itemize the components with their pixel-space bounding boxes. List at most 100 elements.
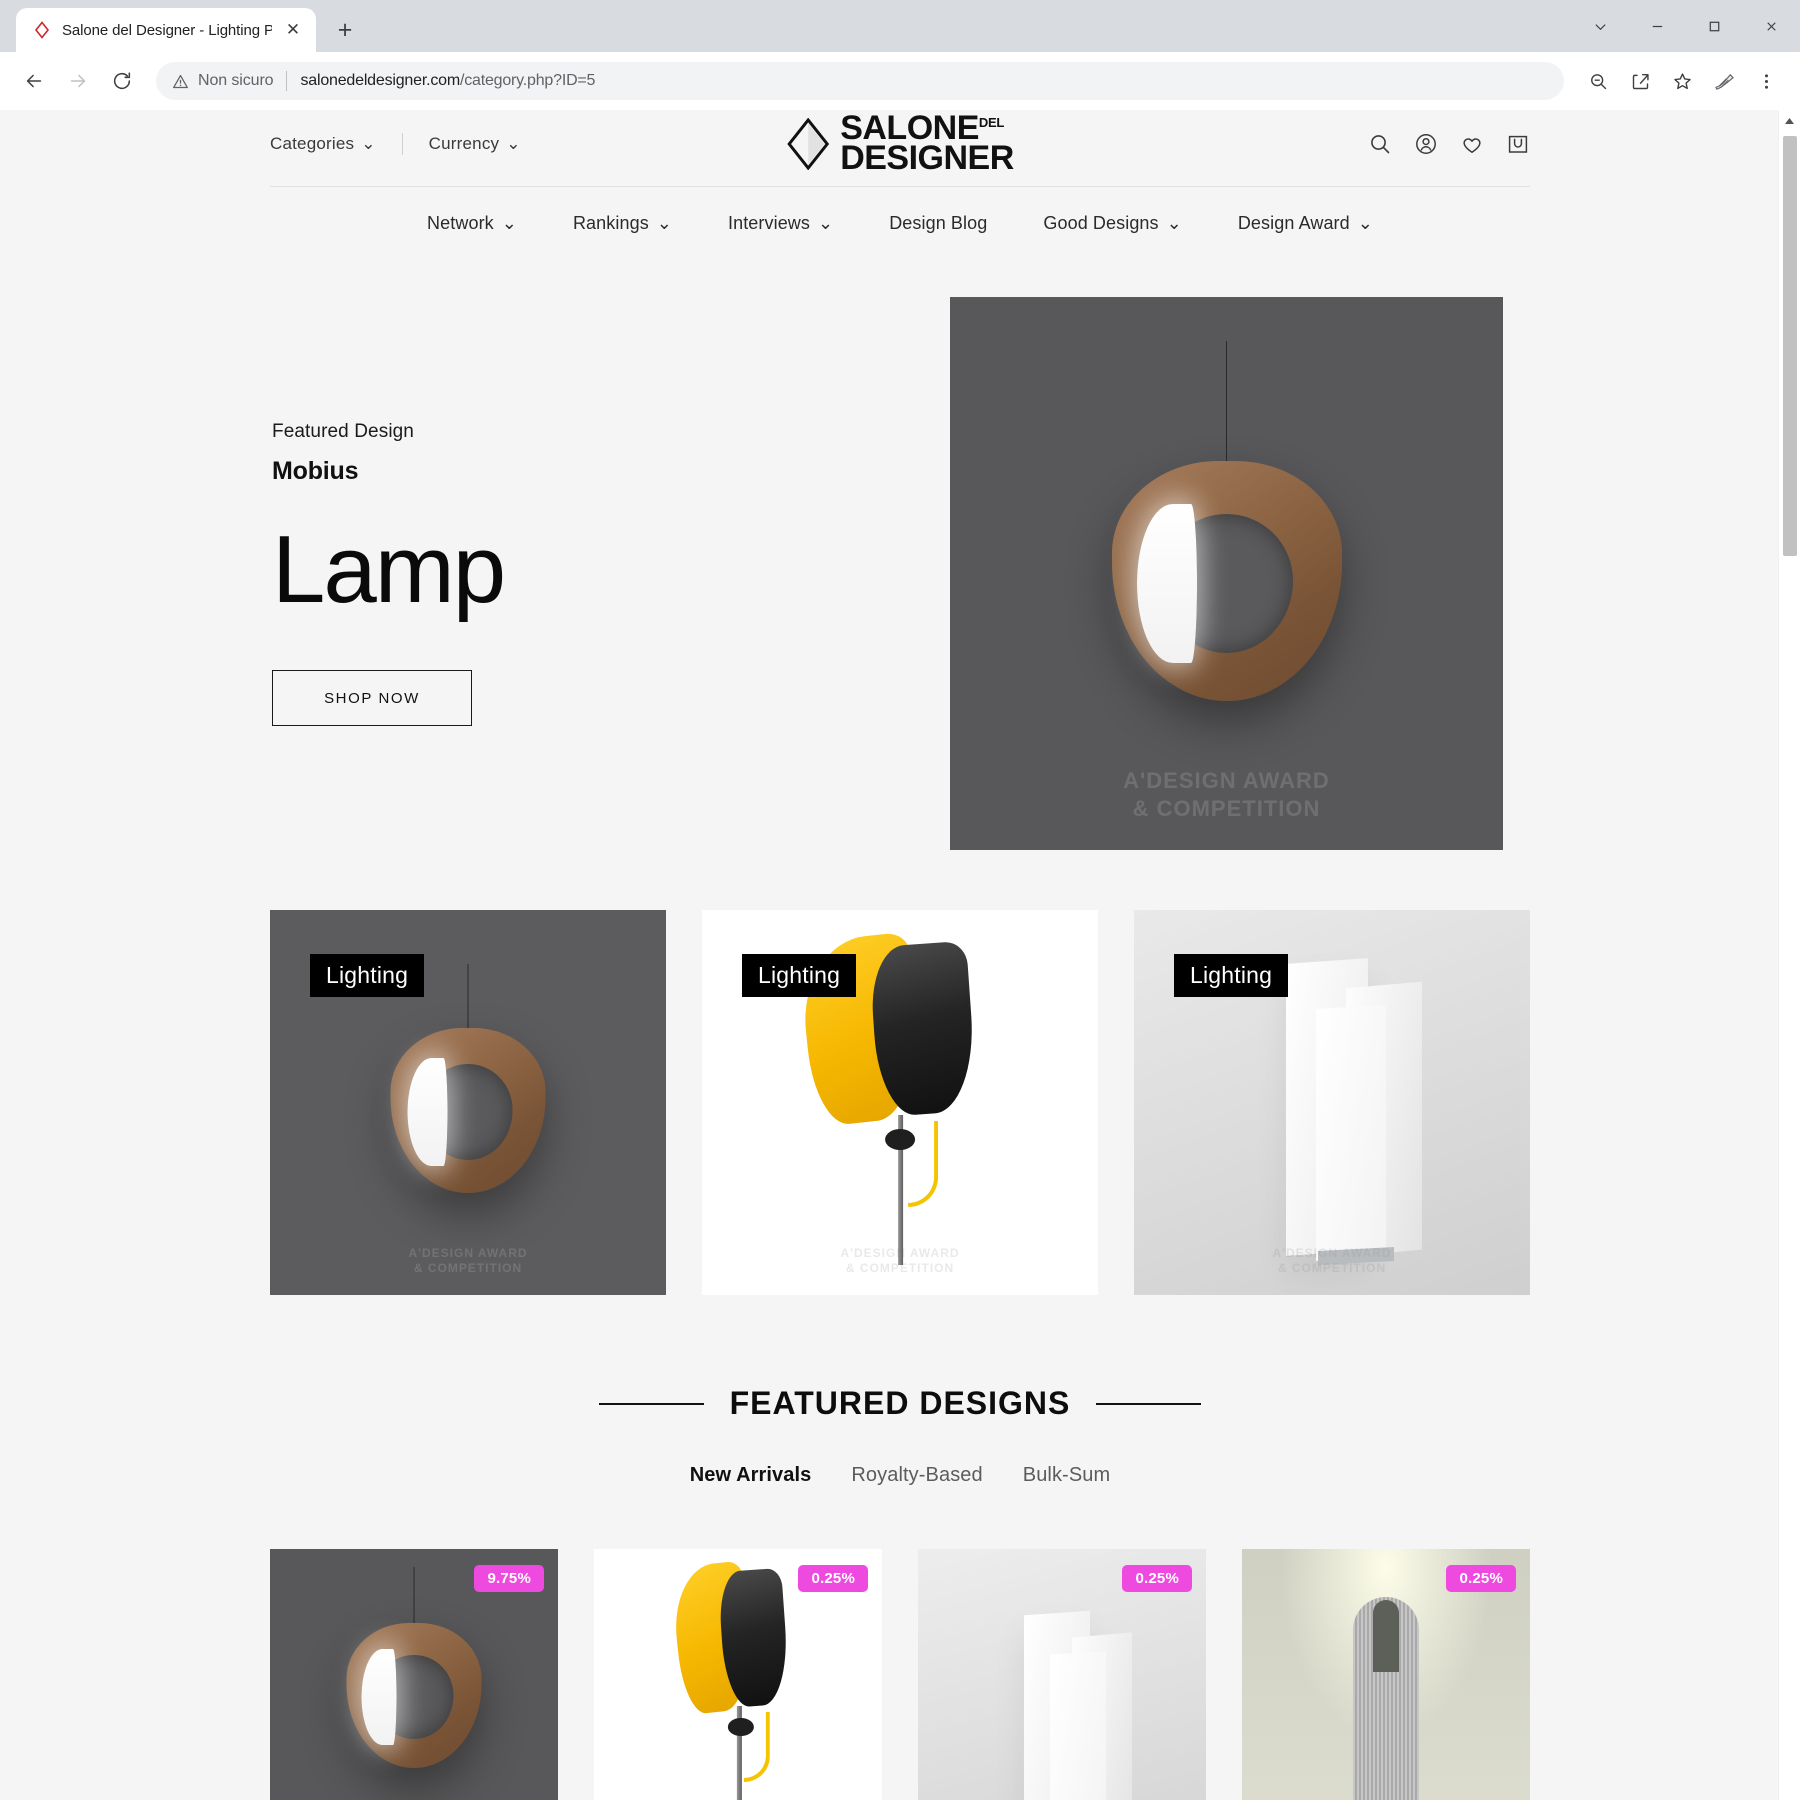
browser-tab[interactable]: Salone del Designer - Lighting Pr ✕ xyxy=(16,8,316,52)
scroll-up-arrow-icon[interactable] xyxy=(1779,110,1800,132)
main-navigation: Network ⌄ Rankings ⌄ Interviews ⌄ Design… xyxy=(270,187,1530,262)
reload-icon[interactable] xyxy=(102,61,142,101)
logo-wordmark: SALONE DEL DESIGNER xyxy=(840,111,1014,177)
extension-icon[interactable] xyxy=(1704,61,1744,101)
not-secure-icon xyxy=(172,73,189,90)
nav-label: Good Designs xyxy=(1043,213,1159,233)
category-card[interactable]: Lighting A'DESIGN AWARD & COMPETITION xyxy=(702,910,1098,1295)
shop-now-button[interactable]: SHOP NOW xyxy=(272,670,472,726)
toolbar-actions xyxy=(1578,61,1786,101)
category-tag: Lighting xyxy=(310,954,425,997)
pendant-lamp-art xyxy=(346,1567,482,1768)
hero-product-name: Mobius xyxy=(272,457,359,485)
address-bar[interactable]: Non sicuro salonedeldesigner.com/categor… xyxy=(156,62,1564,100)
cart-icon[interactable] xyxy=(1506,132,1530,156)
chevron-down-icon: ⌄ xyxy=(656,213,672,233)
product-grid: 9.75% 0.25% 0.25% 0.25% xyxy=(270,1549,1530,1800)
chevron-down-icon: ⌄ xyxy=(1166,213,1182,233)
minimize-icon[interactable] xyxy=(1629,0,1686,52)
web-page: Categories ⌄ Currency ⌄ SALONE DEL DESIG… xyxy=(0,110,1778,1800)
heading-rule-left xyxy=(598,1402,704,1405)
site-container: Categories ⌄ Currency ⌄ SALONE DEL DESIG… xyxy=(0,110,1778,1800)
nav-label: Design Blog xyxy=(889,213,988,233)
browser-titlebar: Salone del Designer - Lighting Pr ✕ + xyxy=(0,0,1800,52)
site-actions xyxy=(1368,132,1530,156)
wall-lamp-art xyxy=(669,1560,807,1800)
chevron-down-icon: ⌄ xyxy=(361,134,376,153)
url-path: /category.php?ID=5 xyxy=(459,72,596,89)
tab-bulk-sum[interactable]: Bulk-Sum xyxy=(1023,1464,1111,1487)
tab-search-icon[interactable] xyxy=(1572,0,1629,52)
account-icon[interactable] xyxy=(1414,132,1438,156)
close-window-icon[interactable] xyxy=(1743,0,1800,52)
window-controls xyxy=(1572,0,1800,52)
hero-copy: Featured Design Mobius Lamp SHOP NOW xyxy=(270,421,910,726)
hero-title: Lamp xyxy=(272,516,506,623)
new-tab-button[interactable]: + xyxy=(326,11,364,49)
site-logo[interactable]: SALONE DEL DESIGNER xyxy=(786,111,1014,177)
nav-item-rankings[interactable]: Rankings ⌄ xyxy=(545,213,700,234)
product-card[interactable]: 0.25% xyxy=(594,1549,882,1800)
product-card[interactable]: 9.75% xyxy=(270,1549,558,1800)
bookmark-star-icon[interactable] xyxy=(1662,61,1702,101)
hero-section: Featured Design Mobius Lamp SHOP NOW A'D… xyxy=(270,262,1530,910)
nav-item-interviews[interactable]: Interviews ⌄ xyxy=(700,213,861,234)
search-icon[interactable] xyxy=(1368,132,1392,156)
scrollbar-thumb[interactable] xyxy=(1783,136,1797,556)
category-tag: Lighting xyxy=(1174,954,1289,997)
pendant-lamp-art xyxy=(1111,341,1342,702)
maximize-icon[interactable] xyxy=(1686,0,1743,52)
logo-superscript: DEL xyxy=(978,115,1004,131)
security-label: Non sicuro xyxy=(198,72,274,89)
featured-designs-heading: FEATURED DESIGNS xyxy=(270,1385,1530,1464)
hero-image[interactable]: A'DESIGN AWARD & COMPETITION xyxy=(950,297,1503,850)
tab-royalty-based[interactable]: Royalty-Based xyxy=(851,1464,982,1487)
currency-dropdown[interactable]: Currency ⌄ xyxy=(429,134,521,154)
browser-window: Salone del Designer - Lighting Pr ✕ + No… xyxy=(0,0,1800,1800)
omnibox-divider xyxy=(286,71,288,91)
nav-item-design-award[interactable]: Design Award ⌄ xyxy=(1210,213,1401,234)
close-tab-icon[interactable]: ✕ xyxy=(282,19,304,41)
royalty-badge: 0.25% xyxy=(1122,1565,1192,1592)
categories-dropdown[interactable]: Categories ⌄ xyxy=(270,134,376,154)
utility-links: Categories ⌄ Currency ⌄ xyxy=(270,133,521,155)
heading-rule-right xyxy=(1096,1402,1202,1405)
nav-item-network[interactable]: Network ⌄ xyxy=(399,213,545,234)
wishlist-heart-icon[interactable] xyxy=(1460,132,1484,156)
category-card[interactable]: Lighting A'DESIGN AWARD & COMPETITION xyxy=(1134,910,1530,1295)
favicon-icon xyxy=(32,20,52,40)
category-tag: Lighting xyxy=(742,954,857,997)
category-cards: Lighting A'DESIGN AWARD & COMPETITION Li… xyxy=(270,910,1530,1385)
browser-toolbar: Non sicuro salonedeldesigner.com/categor… xyxy=(0,52,1800,110)
tab-new-arrivals[interactable]: New Arrivals xyxy=(690,1464,812,1487)
nav-label: Design Award xyxy=(1237,213,1350,233)
pendant-lamp-art xyxy=(390,963,546,1193)
tab-title: Salone del Designer - Lighting Pr xyxy=(62,21,272,39)
browser-menu-icon[interactable] xyxy=(1746,61,1786,101)
page-viewport: Categories ⌄ Currency ⌄ SALONE DEL DESIG… xyxy=(0,110,1800,1800)
nav-label: Rankings xyxy=(572,213,649,233)
royalty-badge: 0.25% xyxy=(1446,1565,1516,1592)
product-card[interactable]: 0.25% xyxy=(918,1549,1206,1800)
nav-label: Interviews xyxy=(727,213,811,233)
chevron-down-icon: ⌄ xyxy=(1357,213,1373,233)
logo-line-2: DESIGNER xyxy=(840,139,1014,177)
chevron-down-icon: ⌄ xyxy=(501,213,517,233)
zoom-out-icon[interactable] xyxy=(1578,61,1618,101)
back-icon[interactable] xyxy=(14,61,54,101)
url-text: salonedeldesigner.com/category.php?ID=5 xyxy=(300,72,595,90)
hero-eyebrow: Featured Design xyxy=(272,421,414,442)
nav-label: Network xyxy=(427,213,494,233)
chevron-down-icon: ⌄ xyxy=(818,213,834,233)
category-card[interactable]: Lighting A'DESIGN AWARD & COMPETITION xyxy=(270,910,666,1295)
utility-divider xyxy=(401,133,403,155)
nav-item-good-designs[interactable]: Good Designs ⌄ xyxy=(1015,213,1209,234)
image-watermark: A'DESIGN AWARD & COMPETITION xyxy=(408,1245,528,1275)
page-scrollbar[interactable] xyxy=(1778,110,1800,1800)
section-title: FEATURED DESIGNS xyxy=(729,1385,1071,1421)
product-card[interactable]: 0.25% xyxy=(1242,1549,1530,1800)
forward-icon[interactable] xyxy=(58,61,98,101)
share-icon[interactable] xyxy=(1620,61,1660,101)
nav-item-design-blog[interactable]: Design Blog xyxy=(861,213,1015,234)
url-domain: salonedeldesigner.com xyxy=(300,72,460,89)
